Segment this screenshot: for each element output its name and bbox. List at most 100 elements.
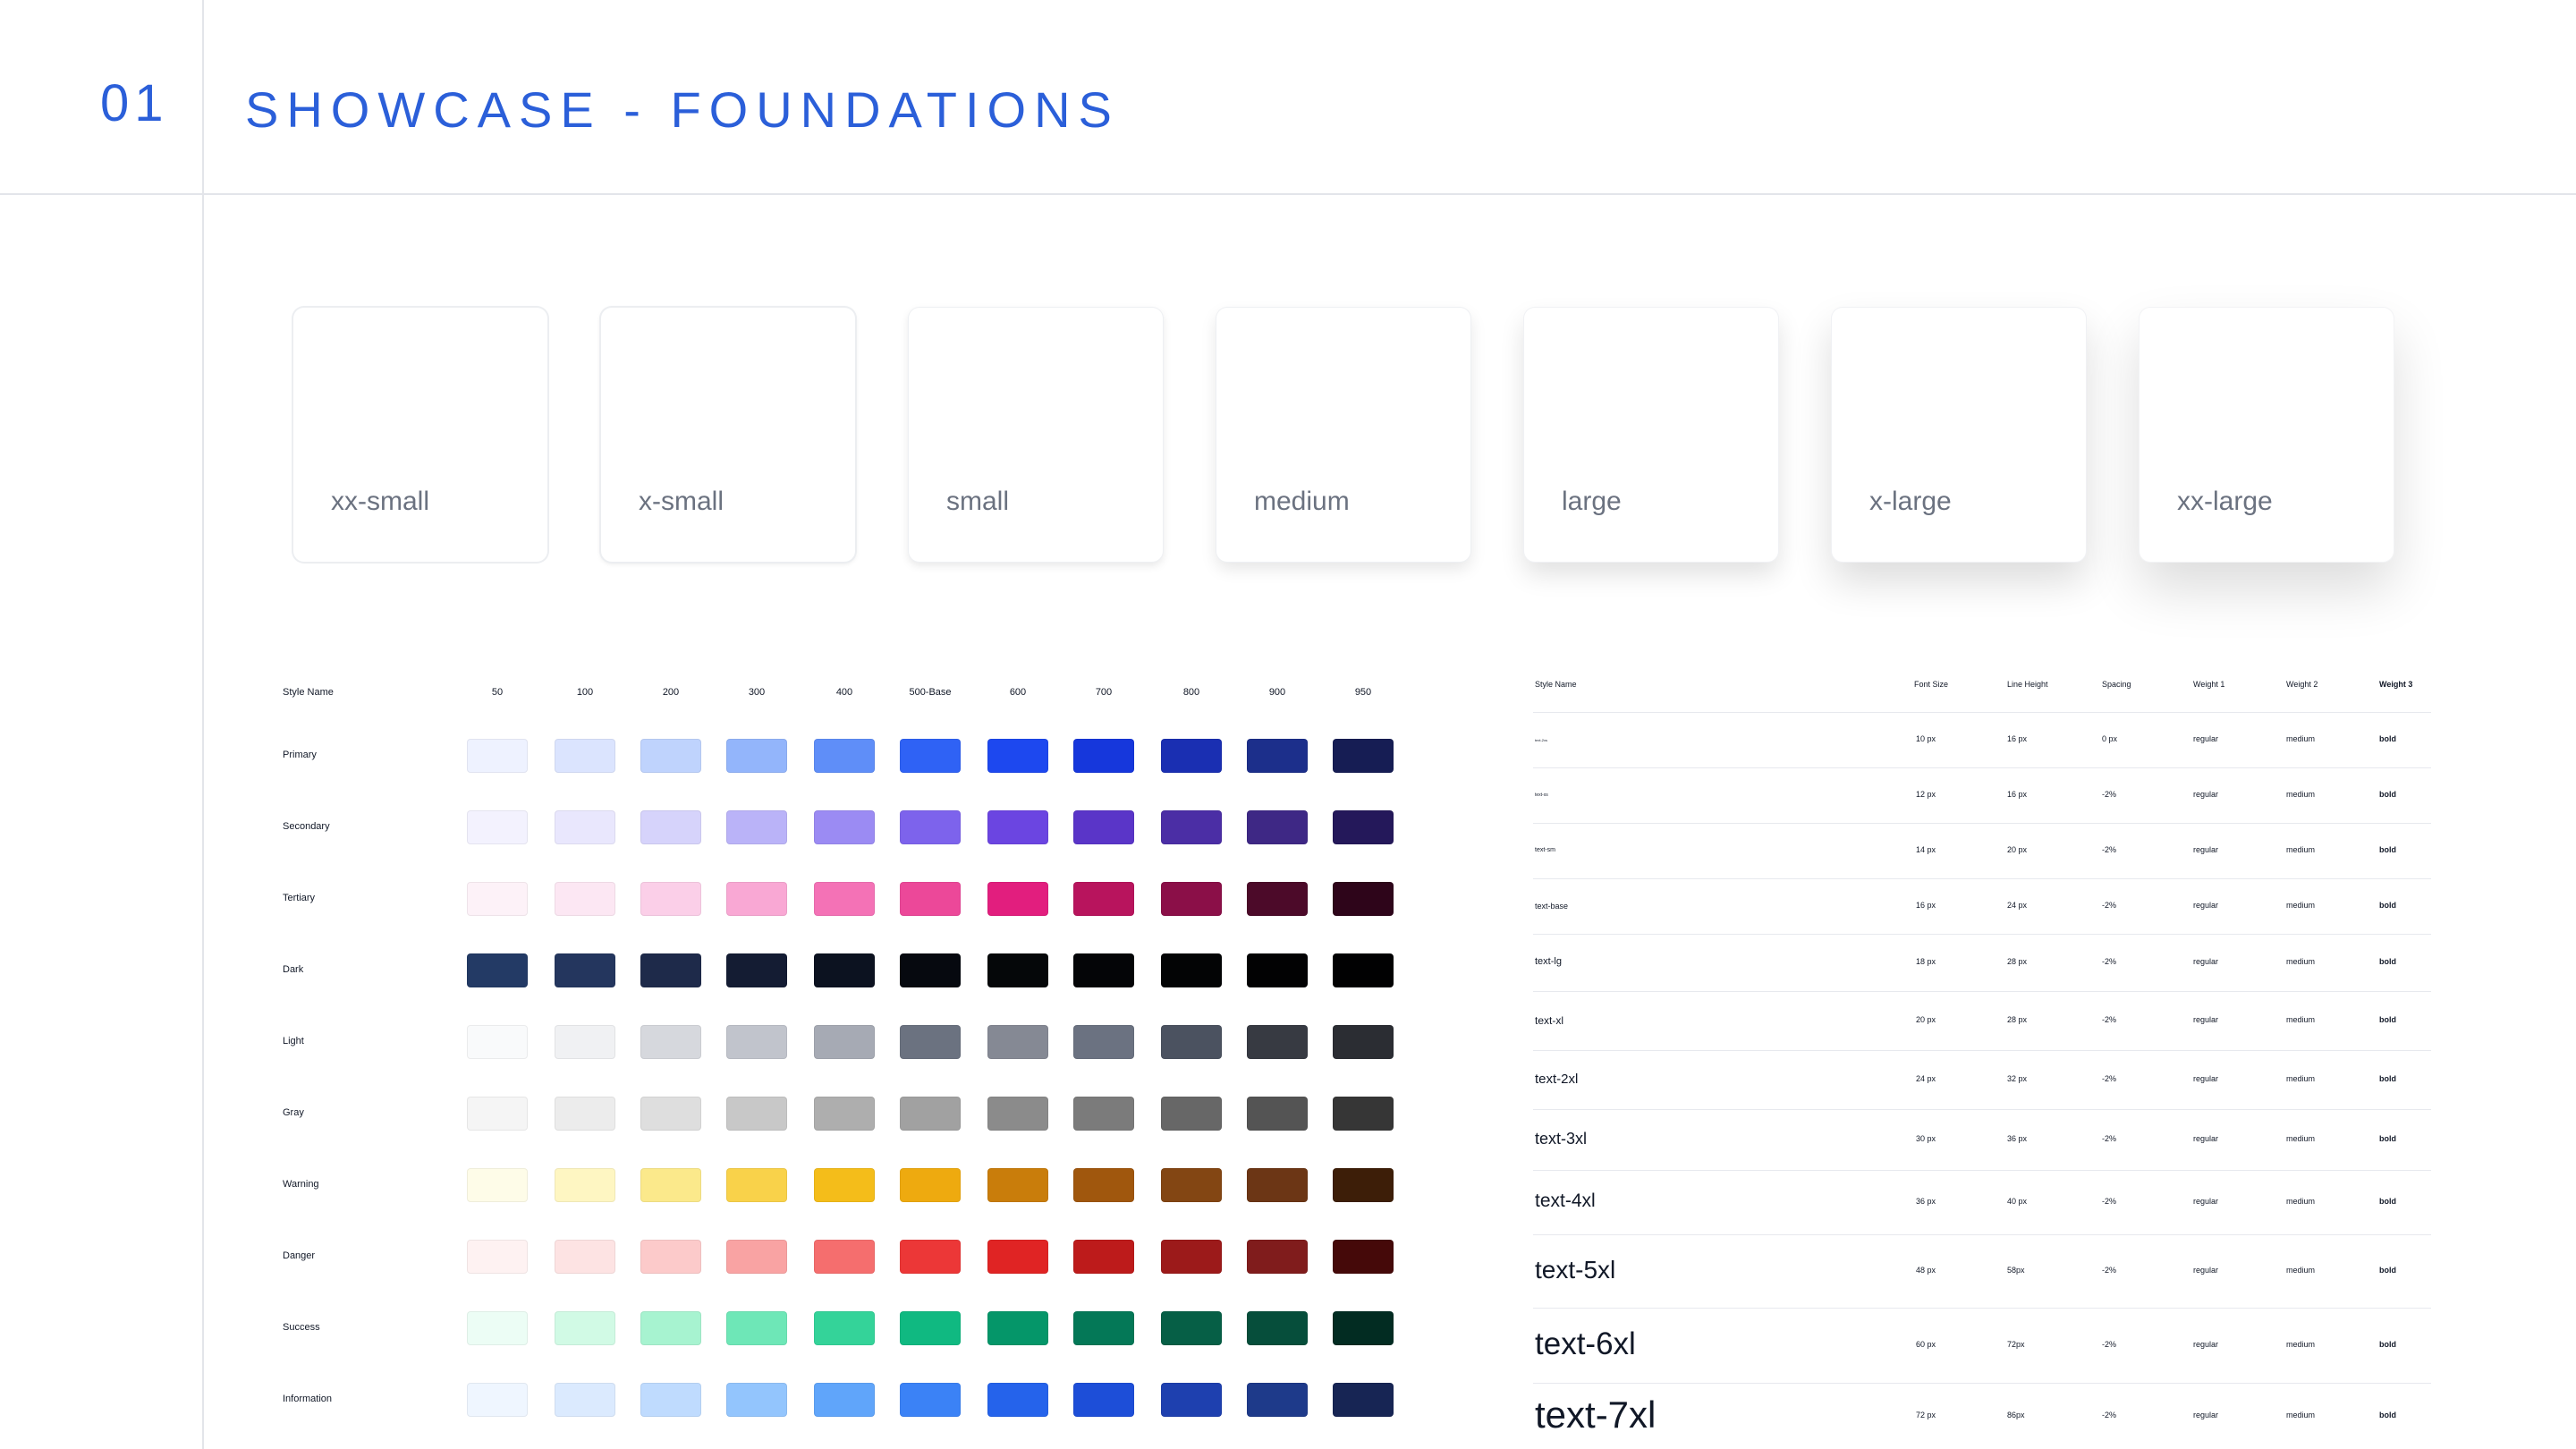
typo-cell-weight3: bold [2379, 1015, 2396, 1024]
row-divider [1533, 1050, 2431, 1051]
shadow-card-xx-large: xx-large [2140, 308, 2394, 562]
color-swatch [987, 1383, 1048, 1417]
page-title: SHOWCASE - FOUNDATIONS [245, 81, 1120, 138]
palette-row-name: Warning [283, 1179, 319, 1190]
color-swatch [1247, 953, 1308, 987]
palette-shade-header: 300 [748, 687, 766, 698]
color-swatch [555, 1240, 615, 1274]
color-swatch [1333, 1240, 1394, 1274]
color-swatch [987, 1311, 1048, 1345]
palette-shade-header: 200 [662, 687, 680, 698]
color-swatch [900, 953, 961, 987]
typo-cell-weight3: bold [2379, 1266, 2396, 1275]
color-swatch [1161, 1311, 1222, 1345]
row-divider [1533, 712, 2431, 713]
typo-cell-spacing: -2% [2102, 790, 2117, 799]
color-swatch [1333, 1097, 1394, 1131]
palette-row-name: Information [283, 1394, 333, 1404]
typo-cell-weight2: medium [2286, 901, 2316, 910]
typo-cell-line-height: 36 px [2007, 1134, 2028, 1143]
typo-style-name: text-7xl [1535, 1393, 1657, 1436]
color-swatch [1247, 1240, 1308, 1274]
palette-shade-header: 100 [576, 687, 594, 698]
typo-cell-weight2: medium [2286, 1340, 2316, 1349]
header-divider [0, 193, 2576, 195]
color-swatch [640, 953, 701, 987]
color-swatch [555, 1383, 615, 1417]
typo-header-font-size: Font Size [1914, 680, 1949, 689]
palette-row-name: Danger [283, 1250, 316, 1261]
color-swatch [1247, 1383, 1308, 1417]
color-swatch [1161, 1240, 1222, 1274]
row-divider [1533, 1170, 2431, 1171]
color-swatch [1247, 1311, 1308, 1345]
typo-cell-weight1: regular [2193, 957, 2219, 966]
color-swatch [1333, 1383, 1394, 1417]
color-swatch [555, 1025, 615, 1059]
color-swatch [467, 882, 528, 916]
color-swatch [900, 810, 961, 844]
palette-shade-header: 800 [1182, 687, 1200, 698]
typo-cell-line-height: 40 px [2007, 1197, 2028, 1206]
typo-cell-spacing: -2% [2102, 845, 2117, 854]
typo-style-name: text-3xl [1535, 1130, 1588, 1148]
typo-cell-font-size: 16 px [1916, 901, 1936, 910]
typo-style-name: text-base [1535, 901, 1569, 911]
color-swatch [1073, 1168, 1134, 1202]
color-swatch [1073, 1311, 1134, 1345]
palette-shade-header: 700 [1095, 687, 1113, 698]
color-swatch [900, 1025, 961, 1059]
color-swatch [726, 1097, 787, 1131]
typo-cell-weight1: regular [2193, 845, 2219, 854]
color-swatch [640, 882, 701, 916]
color-swatch [467, 1097, 528, 1131]
color-swatch [467, 1311, 528, 1345]
palette-row-name: Light [283, 1036, 304, 1046]
color-swatch [1247, 1168, 1308, 1202]
typo-cell-weight2: medium [2286, 1266, 2316, 1275]
shadow-card-label: large [1562, 487, 1622, 516]
color-swatch [726, 1025, 787, 1059]
typo-cell-font-size: 20 px [1916, 1015, 1936, 1024]
shadow-card-label: medium [1254, 487, 1350, 516]
typo-cell-line-height: 20 px [2007, 845, 2028, 854]
typo-cell-font-size: 48 px [1916, 1266, 1936, 1275]
color-swatch [726, 810, 787, 844]
typo-cell-spacing: -2% [2102, 901, 2117, 910]
typo-style-name: text-xs [1535, 792, 1548, 798]
color-swatch [814, 739, 875, 773]
color-swatch [814, 1168, 875, 1202]
typo-cell-weight3: bold [2379, 1197, 2396, 1206]
palette-row-name: Gray [283, 1107, 304, 1118]
shadow-card-medium: medium [1216, 308, 1470, 562]
palette-row-name: Tertiary [283, 893, 316, 903]
color-swatch [1161, 739, 1222, 773]
color-swatch [814, 1311, 875, 1345]
typo-style-name: text-5xl [1535, 1256, 1616, 1284]
color-swatch [900, 1097, 961, 1131]
vertical-divider [202, 0, 204, 1449]
color-swatch [1333, 882, 1394, 916]
color-swatch [1161, 882, 1222, 916]
typo-cell-weight2: medium [2286, 790, 2316, 799]
color-swatch [1333, 1168, 1394, 1202]
typo-cell-line-height: 32 px [2007, 1074, 2028, 1083]
shadow-card-label: xx-small [331, 487, 429, 516]
color-swatch [814, 1025, 875, 1059]
palette-shade-header: 900 [1268, 687, 1286, 698]
row-divider [1533, 1234, 2431, 1235]
color-swatch [1161, 1097, 1222, 1131]
typo-cell-spacing: 0 px [2102, 734, 2118, 743]
color-swatch [1161, 1383, 1222, 1417]
color-swatch [555, 953, 615, 987]
shadow-card-x-small: x-small [601, 308, 855, 562]
typo-cell-line-height: 24 px [2007, 901, 2028, 910]
typo-cell-spacing: -2% [2102, 957, 2117, 966]
color-swatch [555, 882, 615, 916]
color-swatch [640, 1025, 701, 1059]
typo-cell-weight2: medium [2286, 1197, 2316, 1206]
color-swatch [555, 739, 615, 773]
typo-cell-weight1: regular [2193, 901, 2219, 910]
typo-cell-font-size: 12 px [1916, 790, 1936, 799]
color-swatch [814, 882, 875, 916]
